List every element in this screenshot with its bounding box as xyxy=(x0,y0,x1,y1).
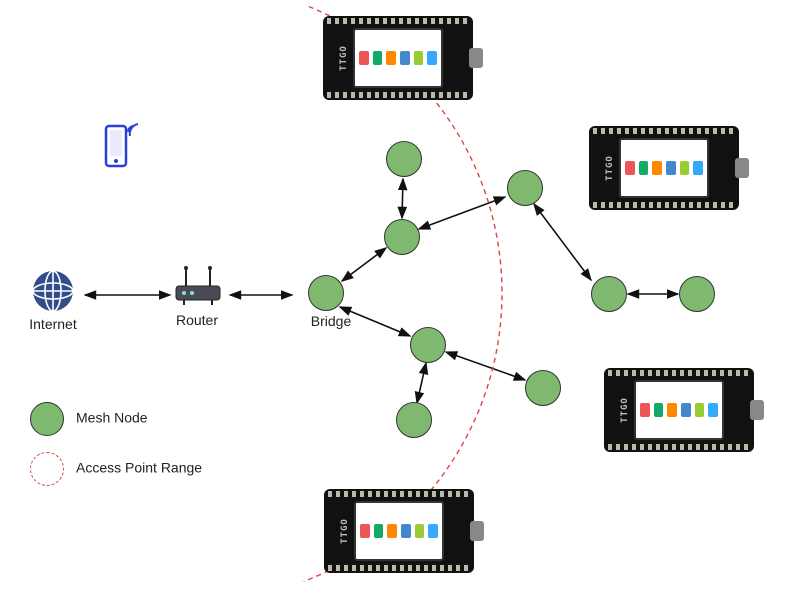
globe-icon xyxy=(30,268,76,317)
mesh-node xyxy=(384,219,420,255)
legend-mesh-node-label: Mesh Node xyxy=(76,410,148,426)
legend-mesh-node: Mesh Node xyxy=(30,402,148,436)
mesh-node xyxy=(679,276,715,312)
mesh-node xyxy=(525,370,561,406)
router-label: Router xyxy=(175,312,219,328)
internet-label: Internet xyxy=(28,316,78,332)
ttgo-board: TTGO xyxy=(324,489,474,573)
ttgo-board: TTGO xyxy=(589,126,739,210)
mesh-node xyxy=(386,141,422,177)
ttgo-board: TTGO xyxy=(604,368,754,452)
bridge-label: Bridge xyxy=(308,313,354,329)
ttgo-board: TTGO xyxy=(323,16,473,100)
router-icon xyxy=(170,262,226,309)
mesh-node xyxy=(308,275,344,311)
mesh-node xyxy=(507,170,543,206)
legend-ap-range-label: Access Point Range xyxy=(76,460,202,476)
mesh-node xyxy=(410,327,446,363)
mesh-node xyxy=(591,276,627,312)
legend-ap-range: Access Point Range xyxy=(30,452,202,486)
phone-icon xyxy=(100,120,144,175)
mesh-node xyxy=(396,402,432,438)
